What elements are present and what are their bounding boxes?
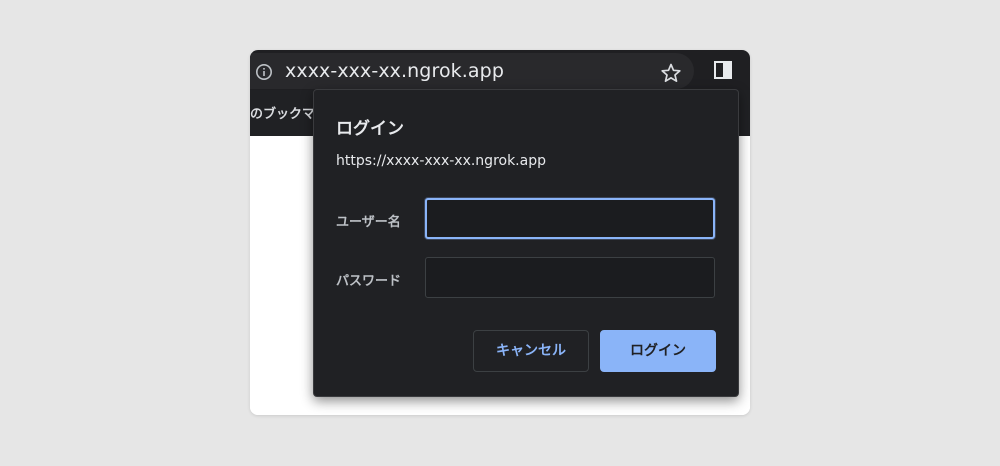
bookmarks-bar-item[interactable]: のブックマ bbox=[250, 103, 315, 122]
address-bar[interactable]: xxxx-xxx-xx.ngrok.app bbox=[250, 53, 694, 89]
browser-toolbar: xxxx-xxx-xx.ngrok.app bbox=[250, 50, 750, 90]
login-dialog: ログイン https://xxxx-xxx-xx.ngrok.app ユーザー名… bbox=[313, 89, 739, 397]
side-panel-icon[interactable] bbox=[713, 60, 733, 80]
star-icon[interactable] bbox=[660, 62, 682, 84]
info-icon[interactable] bbox=[255, 63, 273, 81]
cancel-button[interactable]: キャンセル bbox=[473, 330, 589, 372]
password-input[interactable] bbox=[425, 257, 715, 298]
username-label: ユーザー名 bbox=[336, 215, 401, 230]
dialog-title: ログイン bbox=[336, 119, 404, 139]
dialog-origin: https://xxxx-xxx-xx.ngrok.app bbox=[336, 153, 546, 169]
username-input[interactable] bbox=[425, 198, 715, 239]
address-url[interactable]: xxxx-xxx-xx.ngrok.app bbox=[285, 60, 504, 82]
password-label: パスワード bbox=[336, 274, 402, 289]
login-button[interactable]: ログイン bbox=[600, 330, 716, 372]
